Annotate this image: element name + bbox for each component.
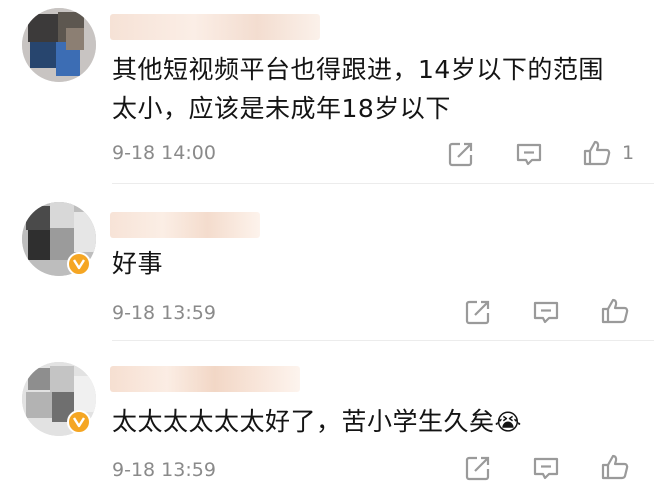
- share-button[interactable]: [446, 139, 476, 169]
- comment-item-1: 其他短视频平台也得跟进，14岁以下的范围太小，应该是未成年18岁以下 9-18 …: [0, 0, 654, 190]
- username-blurred[interactable]: [110, 14, 320, 40]
- crying-emoji-icon: 😭: [494, 410, 522, 436]
- comment-button[interactable]: [531, 297, 561, 327]
- like-icon: [601, 298, 629, 324]
- comment-button[interactable]: [514, 139, 544, 169]
- share-icon: [448, 142, 473, 167]
- comment-icon: [533, 301, 559, 324]
- avatar[interactable]: [22, 8, 96, 82]
- share-button[interactable]: [463, 297, 493, 327]
- verified-badge-icon: [67, 410, 91, 434]
- verified-badge-icon: [67, 252, 91, 276]
- username-blurred[interactable]: [110, 212, 260, 238]
- share-button[interactable]: [463, 453, 493, 483]
- like-icon: [583, 140, 611, 166]
- like-button[interactable]: [600, 452, 630, 482]
- comment-button[interactable]: [531, 453, 561, 483]
- like-count: 1: [622, 142, 635, 164]
- comment-text: 太太太太太太好了，苦小学生久矣😭: [112, 407, 522, 436]
- comment-icon: [516, 143, 542, 166]
- like-button[interactable]: [582, 138, 612, 168]
- comment-text: 好事: [112, 249, 164, 278]
- divider: [112, 340, 654, 341]
- divider: [112, 183, 654, 184]
- comment-time: 9-18 13:59: [112, 302, 216, 324]
- share-icon: [465, 300, 490, 325]
- comment-time: 9-18 14:00: [112, 142, 216, 164]
- comment-time: 9-18 13:59: [112, 459, 216, 481]
- comment-icon: [533, 457, 559, 480]
- like-button[interactable]: [600, 296, 630, 326]
- username-blurred[interactable]: [110, 366, 300, 392]
- share-icon: [465, 456, 490, 481]
- like-icon: [601, 454, 629, 480]
- comment-text: 其他短视频平台也得跟进，14岁以下的范围太小，应该是未成年18岁以下: [112, 55, 604, 123]
- comment-item-2: 好事 9-18 13:59: [0, 190, 654, 342]
- comment-item-3: 太太太太太太好了，苦小学生久矣😭 9-18 13:59: [0, 342, 654, 488]
